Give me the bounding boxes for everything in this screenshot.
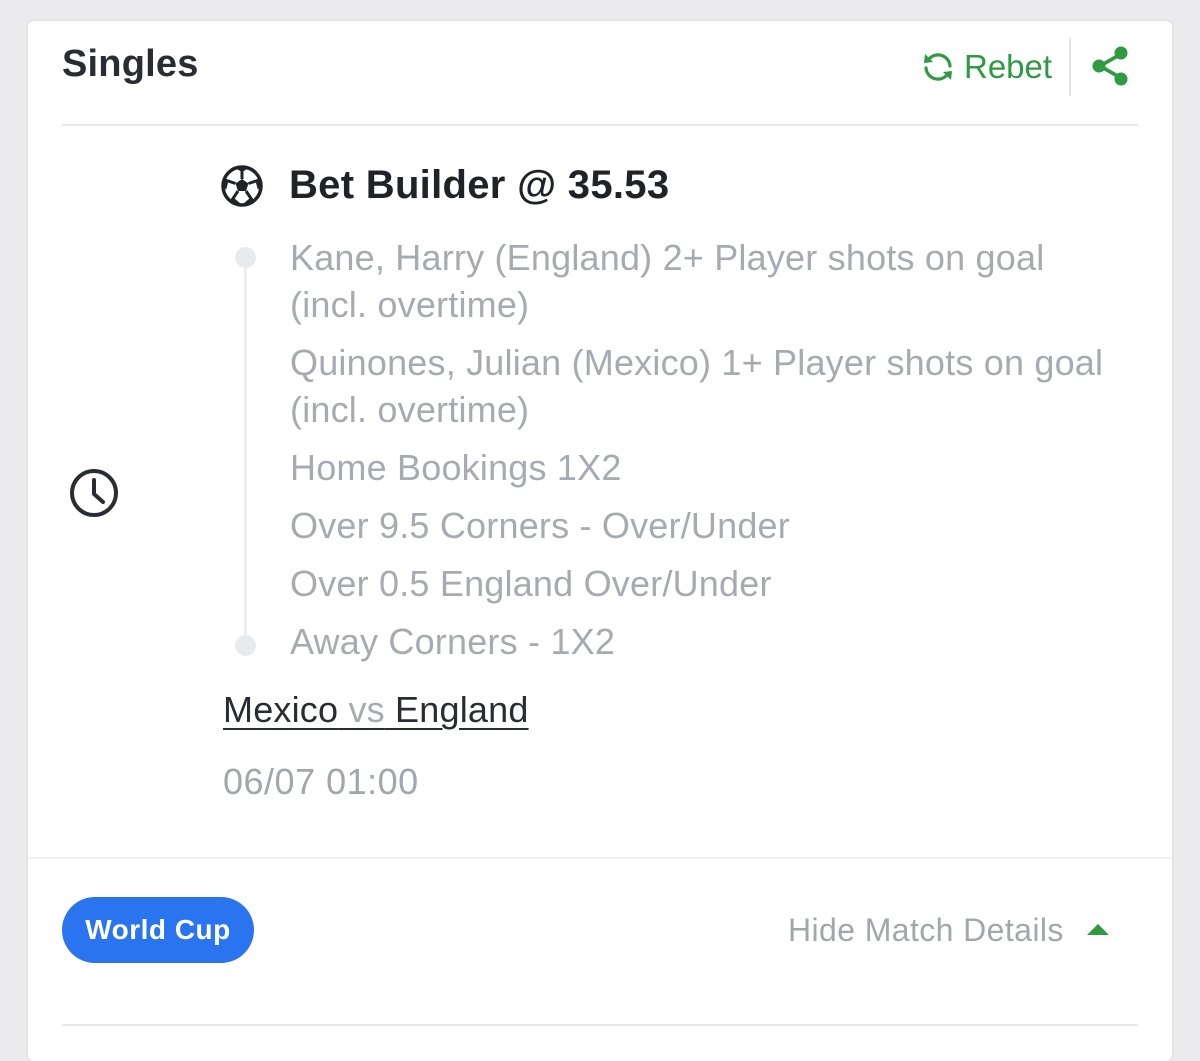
toggle-label: Hide Match Details (788, 911, 1064, 948)
rebet-label: Rebet (964, 48, 1053, 85)
match-link[interactable]: Mexico vs England (223, 689, 529, 731)
competition-badge[interactable]: World Cup (62, 897, 254, 963)
share-icon (1088, 46, 1134, 93)
rebet-button[interactable]: Rebet (920, 45, 1052, 89)
bottom-divider (62, 1024, 1138, 1026)
bet-leg: Home Bookings 1X2 (290, 447, 622, 488)
hide-match-details-toggle[interactable]: Hide Match Details (788, 907, 1110, 953)
bet-heading: Bet Builder @ 35.53 (220, 163, 669, 208)
timeline-start-dot (235, 247, 256, 268)
soccer-ball-icon (220, 164, 264, 208)
bet-title: Bet Builder @ 35.53 (289, 163, 670, 207)
vs-separator: vs (348, 689, 385, 730)
clock-icon (68, 467, 120, 519)
bet-leg: Kane, Harry (England) 2+ Player shots on… (290, 237, 1045, 325)
bet-legs-list: Kane, Harry (England) 2+ Player shots on… (290, 234, 1130, 676)
bet-leg: Over 9.5 Corners - Over/Under (290, 505, 790, 546)
bet-leg: Away Corners - 1X2 (290, 621, 616, 662)
home-team: Mexico (223, 689, 339, 730)
caret-up-icon (1064, 923, 1110, 937)
bet-leg: Over 0.5 England Over/Under (290, 563, 772, 604)
header-bottom-divider (62, 124, 1138, 126)
section-title: Singles (62, 43, 199, 85)
card-header: Singles Rebet (28, 21, 1172, 125)
legs-timeline (235, 241, 265, 661)
header-divider (1069, 38, 1071, 96)
timeline-line (244, 257, 247, 645)
match-datetime: 06/07 01:00 (223, 761, 419, 802)
share-button[interactable] (1088, 43, 1134, 89)
bet-leg: Quinones, Julian (Mexico) 1+ Player shot… (290, 342, 1104, 430)
section-separator (28, 857, 1172, 859)
refresh-icon (920, 49, 956, 85)
bet-card: Singles Rebet Bet Builder @ 35.53 Kane, … (28, 21, 1172, 1061)
timeline-end-dot (235, 635, 256, 656)
away-team: England (395, 689, 529, 730)
